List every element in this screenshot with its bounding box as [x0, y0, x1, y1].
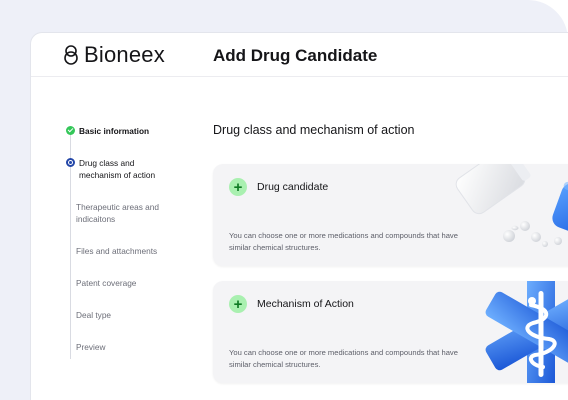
card-title: Mechanism of Action [257, 298, 354, 310]
drug-candidate-card[interactable]: + Drug candidate You can choose one or m… [213, 164, 568, 266]
background-frame: Bioneex Add Drug Candidate Basic informa… [0, 0, 568, 400]
section-title: Drug class and mechanism of action [213, 123, 415, 137]
mechanism-of-action-card[interactable]: + Mechanism of Action You can choose one… [213, 281, 568, 383]
step-label: Files and attachments [76, 246, 158, 256]
add-drug-candidate-button[interactable]: + [229, 178, 247, 196]
step-label: Drug class and mechanism of action [79, 158, 156, 180]
bioneex-logo-icon [64, 45, 78, 65]
step-label: Therapeutic areas and indicaitons [76, 202, 160, 224]
step-label: Preview [76, 342, 106, 352]
pills-bottle-icon [455, 164, 568, 247]
check-icon [66, 126, 75, 135]
top-bar: Bioneex Add Drug Candidate [31, 33, 568, 77]
logo-text: Bioneex [84, 42, 165, 67]
step-label: Basic information [79, 126, 150, 136]
app-window: Bioneex Add Drug Candidate Basic informa… [30, 32, 568, 400]
card-title: Drug candidate [257, 181, 329, 193]
add-mechanism-button[interactable]: + [229, 295, 247, 313]
logo[interactable]: Bioneex [62, 42, 165, 68]
medical-star-icon [485, 281, 568, 383]
card-description: You can choose one or more medications a… [229, 348, 458, 369]
step-label: Deal type [76, 310, 112, 320]
current-step-icon [66, 158, 75, 167]
step-label: Patent coverage [76, 278, 137, 288]
page-title: Add Drug Candidate [213, 46, 378, 65]
